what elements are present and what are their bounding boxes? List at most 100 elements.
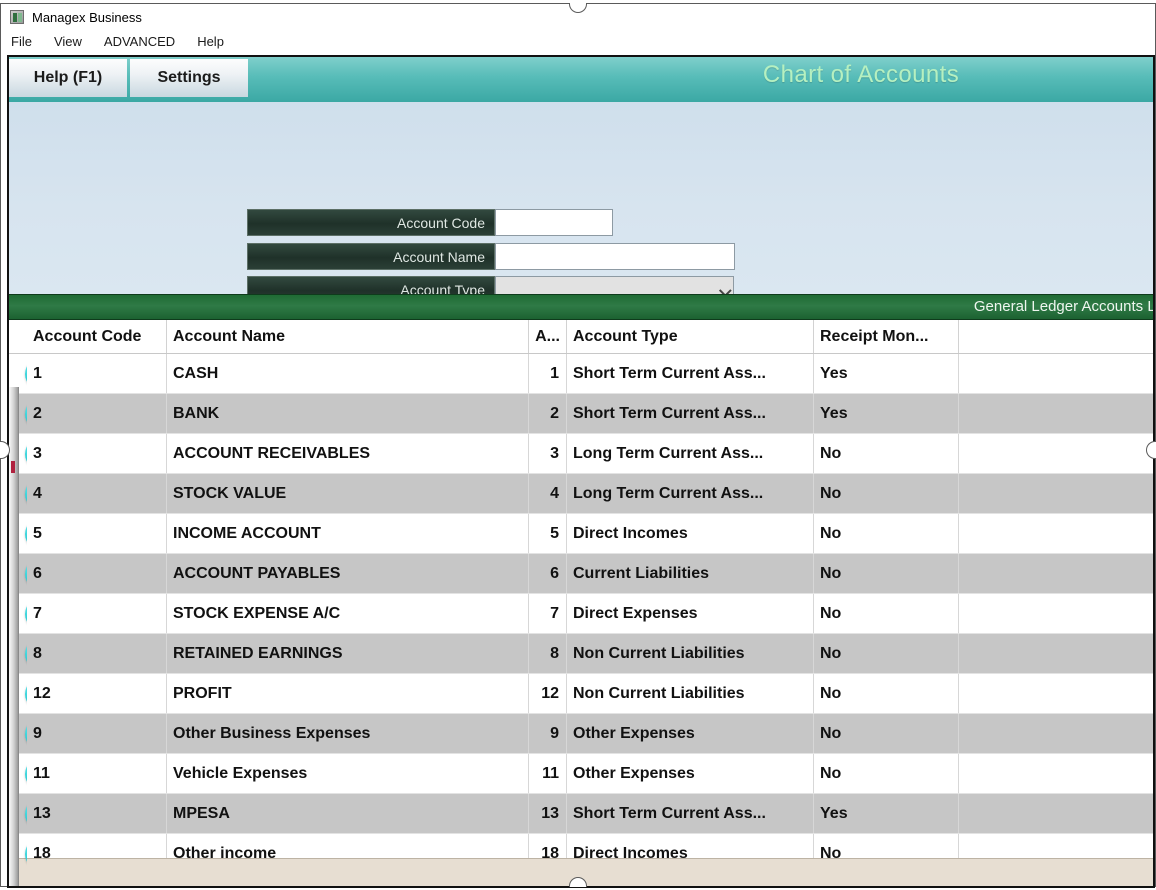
cell-account-name: Vehicle Expenses [167, 754, 529, 793]
column-header-account-type[interactable]: Account Type [567, 320, 814, 353]
cell-blank [959, 674, 1153, 713]
cell-account-type: Short Term Current Ass... [567, 394, 814, 433]
cell-account-code: 13 [27, 794, 167, 833]
cell-account-order: 13 [529, 794, 567, 833]
window-title: Managex Business [32, 10, 142, 25]
cell-blank [959, 754, 1153, 793]
menu-item-advanced[interactable]: ADVANCED [104, 34, 175, 49]
row-marker-sphere-icon [25, 637, 27, 671]
cell-receipt-money: No [814, 434, 959, 473]
column-header-blank[interactable] [959, 320, 1153, 353]
table-row[interactable]: 9Other Business Expenses9Other ExpensesN… [9, 714, 1153, 754]
menubar: File View ADVANCED Help [1, 30, 1155, 52]
table-row[interactable]: 3ACCOUNT RECEIVABLES3Long Term Current A… [9, 434, 1153, 474]
cell-account-code: 12 [27, 674, 167, 713]
cell-account-order: 11 [529, 754, 567, 793]
tab-help-f1[interactable]: Help (F1) [9, 59, 127, 97]
cell-blank [959, 794, 1153, 833]
tab-settings[interactable]: Settings [130, 59, 248, 97]
table-row[interactable]: 11Vehicle Expenses11Other ExpensesNo [9, 754, 1153, 794]
cell-account-name: INCOME ACCOUNT [167, 514, 529, 553]
left-rail-marker [11, 461, 15, 473]
row-marker-sphere-icon [25, 517, 27, 551]
cell-account-type: Current Liabilities [567, 554, 814, 593]
label-account-name: Account Name [247, 243, 495, 270]
label-account-code: Account Code [247, 209, 495, 236]
cell-account-name: RETAINED EARNINGS [167, 634, 529, 673]
left-scroll-rail[interactable] [9, 387, 19, 888]
grid-header-bullet-spacer [9, 320, 27, 353]
cell-account-type: Direct Expenses [567, 594, 814, 633]
field-account-code: Account Code [247, 209, 613, 236]
cell-receipt-money: Yes [814, 394, 959, 433]
column-header-account-code[interactable]: Account Code [27, 320, 167, 353]
cell-account-code: 1 [27, 354, 167, 393]
menu-item-help[interactable]: Help [197, 34, 224, 49]
cell-blank [959, 714, 1153, 753]
cell-account-type: Non Current Liabilities [567, 674, 814, 713]
column-header-account-order[interactable]: A... [529, 320, 567, 353]
cell-receipt-money: No [814, 674, 959, 713]
cell-blank [959, 434, 1153, 473]
cell-account-code: 3 [27, 434, 167, 473]
menu-item-view[interactable]: View [54, 34, 82, 49]
cell-account-code: 8 [27, 634, 167, 673]
app-logo-icon [10, 10, 24, 24]
row-marker-sphere-icon [25, 717, 27, 751]
accounts-grid: Account Code Account Name A... Account T… [9, 320, 1153, 874]
input-account-name[interactable] [495, 243, 735, 270]
grid-body: 1CASH1Short Term Current Ass...Yes2BANK2… [9, 354, 1153, 874]
app-content-frame: Help (F1) Settings Chart of Accounts Acc… [7, 55, 1155, 888]
table-row[interactable]: 7STOCK EXPENSE A/C7Direct ExpensesNo [9, 594, 1153, 634]
cell-blank [959, 554, 1153, 593]
row-marker-sphere-icon [25, 357, 27, 391]
cell-account-order: 5 [529, 514, 567, 553]
column-header-receipt-money[interactable]: Receipt Mon... [814, 320, 959, 353]
input-account-code[interactable] [495, 209, 613, 236]
cell-account-type: Other Expenses [567, 754, 814, 793]
cell-account-name: CASH [167, 354, 529, 393]
cell-account-order: 3 [529, 434, 567, 473]
cell-blank [959, 514, 1153, 553]
cell-account-name: ACCOUNT PAYABLES [167, 554, 529, 593]
cell-account-order: 9 [529, 714, 567, 753]
list-banner: General Ledger Accounts Li [9, 294, 1153, 320]
cell-account-type: Long Term Current Ass... [567, 434, 814, 473]
cell-account-name: STOCK EXPENSE A/C [167, 594, 529, 633]
cell-account-order: 12 [529, 674, 567, 713]
cell-receipt-money: No [814, 554, 959, 593]
cell-receipt-money: No [814, 594, 959, 633]
table-row[interactable]: 8RETAINED EARNINGS8Non Current Liabiliti… [9, 634, 1153, 674]
cell-account-type: Short Term Current Ass... [567, 794, 814, 833]
cell-account-order: 7 [529, 594, 567, 633]
row-marker-sphere-icon [25, 797, 27, 831]
row-marker-sphere-icon [25, 757, 27, 791]
table-row[interactable]: 1CASH1Short Term Current Ass...Yes [9, 354, 1153, 394]
table-row[interactable]: 5INCOME ACCOUNT5Direct IncomesNo [9, 514, 1153, 554]
table-row[interactable]: 13MPESA13Short Term Current Ass...Yes [9, 794, 1153, 834]
cell-account-code: 7 [27, 594, 167, 633]
column-header-account-name[interactable]: Account Name [167, 320, 529, 353]
table-row[interactable]: 12PROFIT12Non Current LiabilitiesNo [9, 674, 1153, 714]
cell-account-order: 8 [529, 634, 567, 673]
cell-account-type: Long Term Current Ass... [567, 474, 814, 513]
app-topbar: Help (F1) Settings Chart of Accounts [9, 57, 1153, 102]
cell-receipt-money: Yes [814, 794, 959, 833]
cell-account-code: 11 [27, 754, 167, 793]
cell-receipt-money: Yes [814, 354, 959, 393]
cell-receipt-money: No [814, 754, 959, 793]
cell-account-code: 5 [27, 514, 167, 553]
cell-account-type: Short Term Current Ass... [567, 354, 814, 393]
table-row[interactable]: 2BANK2Short Term Current Ass...Yes [9, 394, 1153, 434]
row-marker-sphere-icon [25, 397, 27, 431]
cell-receipt-money: No [814, 474, 959, 513]
table-row[interactable]: 6ACCOUNT PAYABLES6Current LiabilitiesNo [9, 554, 1153, 594]
cell-account-type: Non Current Liabilities [567, 634, 814, 673]
cell-account-type: Direct Incomes [567, 514, 814, 553]
cell-account-code: 6 [27, 554, 167, 593]
grid-header-row: Account Code Account Name A... Account T… [9, 320, 1153, 354]
table-row[interactable]: 4STOCK VALUE4Long Term Current Ass...No [9, 474, 1153, 514]
menu-item-file[interactable]: File [11, 34, 32, 49]
cell-account-name: MPESA [167, 794, 529, 833]
application-window: Managex Business File View ADVANCED Help… [0, 3, 1156, 887]
